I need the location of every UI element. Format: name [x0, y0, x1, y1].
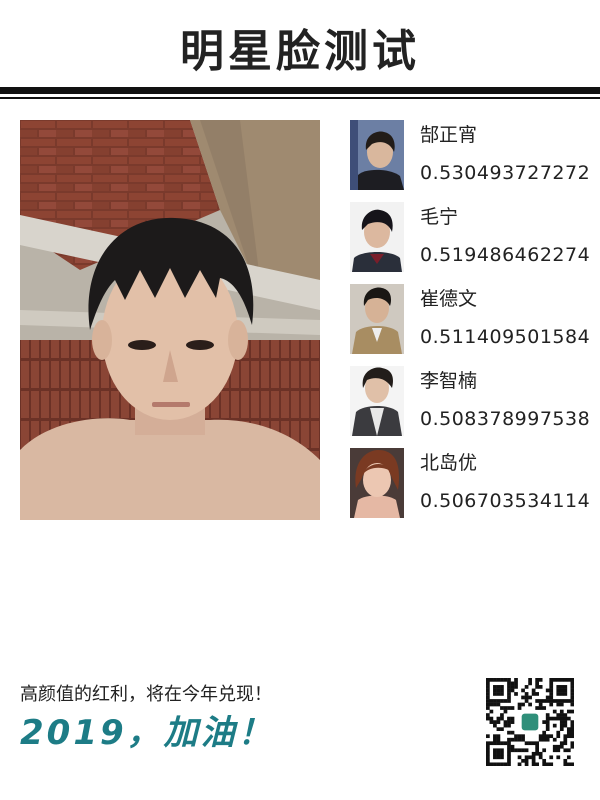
- match-score: 0.511409501584: [420, 326, 591, 348]
- cheer-text: 2019，加油！: [20, 713, 275, 753]
- match-name: 毛宁: [420, 206, 459, 228]
- match-portrait: [350, 366, 404, 436]
- user-photo: [20, 120, 320, 520]
- match-portrait: [350, 448, 404, 518]
- match-portrait: [350, 202, 404, 272]
- match-portrait: [350, 284, 404, 354]
- match-item: 毛宁 0.519486462274: [350, 202, 590, 272]
- match-item: 李智楠 0.508378997538: [350, 366, 590, 436]
- match-score: 0.519486462274: [420, 244, 591, 266]
- match-item: 郜正宵 0.530493727272: [350, 120, 590, 190]
- match-item: 北岛优 0.506703534114: [350, 448, 590, 518]
- match-portrait: [350, 120, 404, 190]
- match-name: 崔德文: [420, 288, 478, 310]
- header-divider-thick: [0, 87, 600, 94]
- match-score: 0.530493727272: [420, 162, 591, 184]
- match-score: 0.506703534114: [420, 490, 591, 512]
- page-title: 明星脸测试: [180, 26, 420, 77]
- match-name: 郜正宵: [420, 124, 478, 146]
- match-score: 0.508378997538: [420, 408, 591, 430]
- match-name: 李智楠: [420, 370, 478, 392]
- match-item: 崔德文 0.511409501584: [350, 284, 590, 354]
- slogan-text: 高颜值的红利，将在今年兑现！: [20, 684, 272, 705]
- qr-code: [486, 678, 575, 767]
- header-divider-thin: [0, 97, 600, 99]
- match-name: 北岛优: [420, 452, 478, 474]
